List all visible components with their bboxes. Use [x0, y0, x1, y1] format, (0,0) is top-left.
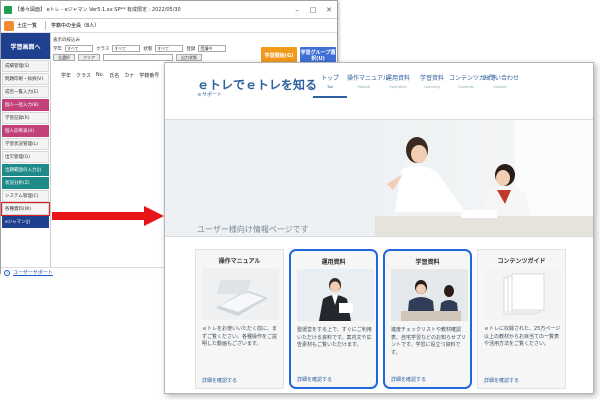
sidebar-item[interactable]: 出欠管理(G) [2, 151, 49, 163]
class-label: クラス [96, 46, 110, 52]
close-icon[interactable]: ✕ [321, 6, 337, 14]
filter-heading: 表示の絞込み [53, 37, 80, 43]
content-card[interactable]: コンテンツガイド ｅトレに収録された、25万ページ以上の教材からお目当ての一覧表や… [477, 249, 566, 389]
card-title: コンテンツガイド [497, 258, 546, 265]
divider [45, 21, 47, 30]
sidebar-item[interactable]: 個人一括入力(B) [2, 99, 49, 111]
user-bar: 土庄一覧 学籍中の全員（8人） [1, 19, 337, 33]
user-icon [4, 20, 14, 31]
card-title: 学習資料 [415, 259, 440, 266]
hero-photo-image [165, 120, 593, 236]
user-status: 学籍中の全員（8人） [51, 23, 100, 29]
card-title: 操作マニュアル [218, 258, 261, 265]
card-image [297, 269, 374, 321]
sidebar-item[interactable]: 学習記録(R) [2, 112, 49, 124]
maximize-icon[interactable]: □ [305, 6, 321, 14]
card-description: 進度チェックリストや教材確認表、自宅学習などのお知らせプリントです。学習に役立つ… [391, 327, 466, 356]
info-icon: i [4, 269, 10, 276]
site-logo-subtitle: ｅサポート [197, 92, 223, 98]
card-image [484, 268, 561, 320]
sidebar-item[interactable]: 各種資料(W) [1, 202, 50, 216]
search-input[interactable] [103, 54, 173, 61]
register-select[interactable]: 受講中 [198, 45, 227, 52]
sidebar-item[interactable]: 問題印刷・採択(V) [2, 73, 49, 85]
nav-item[interactable]: 運用資料 Operation [381, 73, 415, 89]
nav-item-label: 学習資料 [419, 75, 444, 82]
content-card[interactable]: 学習資料進度チェックリストや教材確認表、自宅学習などのお知らせプリントです。学習… [383, 249, 472, 389]
site-header: ｅトレでｅトレを知る ｅサポート トップ Top 操作マニュアル Manual 運用資料… [165, 63, 593, 107]
red-arrow-icon [52, 206, 164, 226]
grade-label: 学年 [53, 46, 62, 52]
sidebar-item[interactable]: 成績管理(S) [2, 60, 49, 72]
status-select[interactable]: すべて [155, 45, 184, 52]
sidebar-item[interactable]: eジャマン(J) [2, 216, 49, 228]
card-detail-link[interactable]: 詳細を確認する [391, 376, 426, 383]
table-column-header[interactable]: 学籍番号 [139, 72, 159, 79]
select-all-button[interactable]: 全選択 [53, 54, 75, 61]
user-name[interactable]: 土庄一覧 [17, 22, 37, 29]
register-label: 登録 [186, 46, 196, 52]
study-screen-button[interactable]: 学習画面へ [1, 33, 50, 59]
sidebar-item[interactable]: システム管理(C) [2, 190, 49, 202]
sidebar: 学習画面へ 成績管理(S) 問題印刷・採択(V) 成否一覧入力(E) 個人一括入力(B… [1, 33, 51, 273]
sidebar-item[interactable]: 状況分析(Z) [2, 177, 49, 189]
filter-panel: 表示の絞込み 学年 すべて クラス すべて 状態 すべて 登録 受講中 全選択 … [53, 35, 253, 62]
table-column-header[interactable]: 学年 [61, 72, 71, 79]
output-status-button[interactable]: 出力状態 [176, 54, 202, 61]
nav-item-sublabel: Manual [357, 85, 371, 89]
nav-item-sublabel: Contact [493, 85, 507, 89]
nav-item[interactable]: お問い合わせ Contact [483, 73, 520, 89]
content-cards: 操作マニュアル ｅトレをお使いいただく前に、まずご覧ください。各種操作をご説明した… [195, 249, 566, 389]
card-description: ｅトレをお使いいただく前に、まずご覧ください。各種操作をご説明した動画もございま… [202, 326, 278, 347]
clear-button[interactable]: クリア [78, 54, 100, 61]
class-select[interactable]: すべて [112, 45, 141, 52]
app-icon [4, 5, 12, 14]
sidebar-item[interactable]: 学習状況管理(L) [2, 138, 49, 150]
table-column-header[interactable]: 氏名 [109, 72, 119, 79]
table-column-header[interactable]: No. [96, 72, 104, 79]
card-image [391, 269, 468, 321]
card-description: 塾運営をする上で、すぐにご利用いただける資料です。案内文や広告素材もご覧いただけ… [297, 327, 372, 348]
window-titlebar: 【番々図面】 eトレ - eジャマン Ver5.1.xx SP** 有成限定 :… [1, 1, 337, 19]
sidebar-item[interactable]: 成否一覧入力(E) [2, 86, 49, 98]
nav-item-sublabel: Operation [389, 85, 407, 89]
user-support-link[interactable]: ユーザーサポート [13, 269, 53, 276]
nav-item-label: お問い合わせ [483, 75, 520, 82]
nav-item-label: 運用資料 [385, 75, 410, 82]
nav-item[interactable]: 操作マニュアル Manual [347, 73, 389, 89]
card-image [202, 268, 279, 320]
nav-item[interactable]: 学習資料 Learning [415, 73, 449, 89]
nav-item-label: 操作マニュアル [347, 75, 389, 82]
sidebar-menu: 成績管理(S) 問題印刷・採択(V) 成否一覧入力(E) 個人一括入力(B) 学習記録(… [1, 60, 50, 228]
nav-active-underline [313, 96, 347, 98]
nav-item-sublabel: Contents [458, 85, 474, 89]
sidebar-item[interactable]: 個人診断表(X) [2, 125, 49, 137]
card-detail-link[interactable]: 詳細を確認する [484, 377, 519, 384]
nav-item-sublabel: Learning [424, 85, 440, 89]
hero-banner: ユーザー様向け情報ページです [165, 119, 593, 237]
table-column-header[interactable]: カナ [124, 72, 134, 79]
content-card[interactable]: 操作マニュアル ｅトレをお使いいただく前に、まずご覧ください。各種操作をご説明した… [195, 249, 284, 389]
nav-item-sublabel: Top [327, 85, 333, 89]
status-label: 状態 [143, 46, 153, 52]
card-detail-link[interactable]: 詳細を確認する [297, 376, 332, 383]
grade-select[interactable]: すべて [65, 45, 93, 52]
hero-caption: ユーザー様向け情報ページです [197, 225, 309, 234]
content-card[interactable]: 運用資料塾運営をする上で、すぐにご利用いただける資料です。案内文や広告素材もご覧… [289, 249, 378, 389]
nav-item[interactable]: コンテンツガイド Contents [449, 73, 498, 89]
table-column-header[interactable]: クラス [76, 72, 91, 79]
card-detail-link[interactable]: 詳細を確認する [202, 377, 237, 384]
nav-item[interactable]: トップ Top [313, 73, 347, 89]
card-title: 運用資料 [321, 259, 346, 266]
window-title: 【番々図面】 eトレ - eジャマン Ver5.1.xx SP** 有成限定 :… [15, 7, 181, 13]
minimize-icon[interactable]: – [289, 6, 305, 14]
support-website-window: ｅトレでｅトレを知る ｅサポート トップ Top 操作マニュアル Manual 運用資料… [164, 62, 594, 394]
nav-item-label: コンテンツガイド [449, 75, 498, 82]
global-nav: トップ Top 操作マニュアル Manual 運用資料 Operation 学習資料 Lear… [313, 73, 520, 89]
nav-item-label: トップ [320, 75, 339, 82]
sidebar-item[interactable]: 出題範囲の入力(J) [2, 164, 49, 176]
card-description: ｅトレに収録された、25万ページ以上の教材からお目当ての一覧表や活用方法をご覧く… [484, 326, 561, 347]
